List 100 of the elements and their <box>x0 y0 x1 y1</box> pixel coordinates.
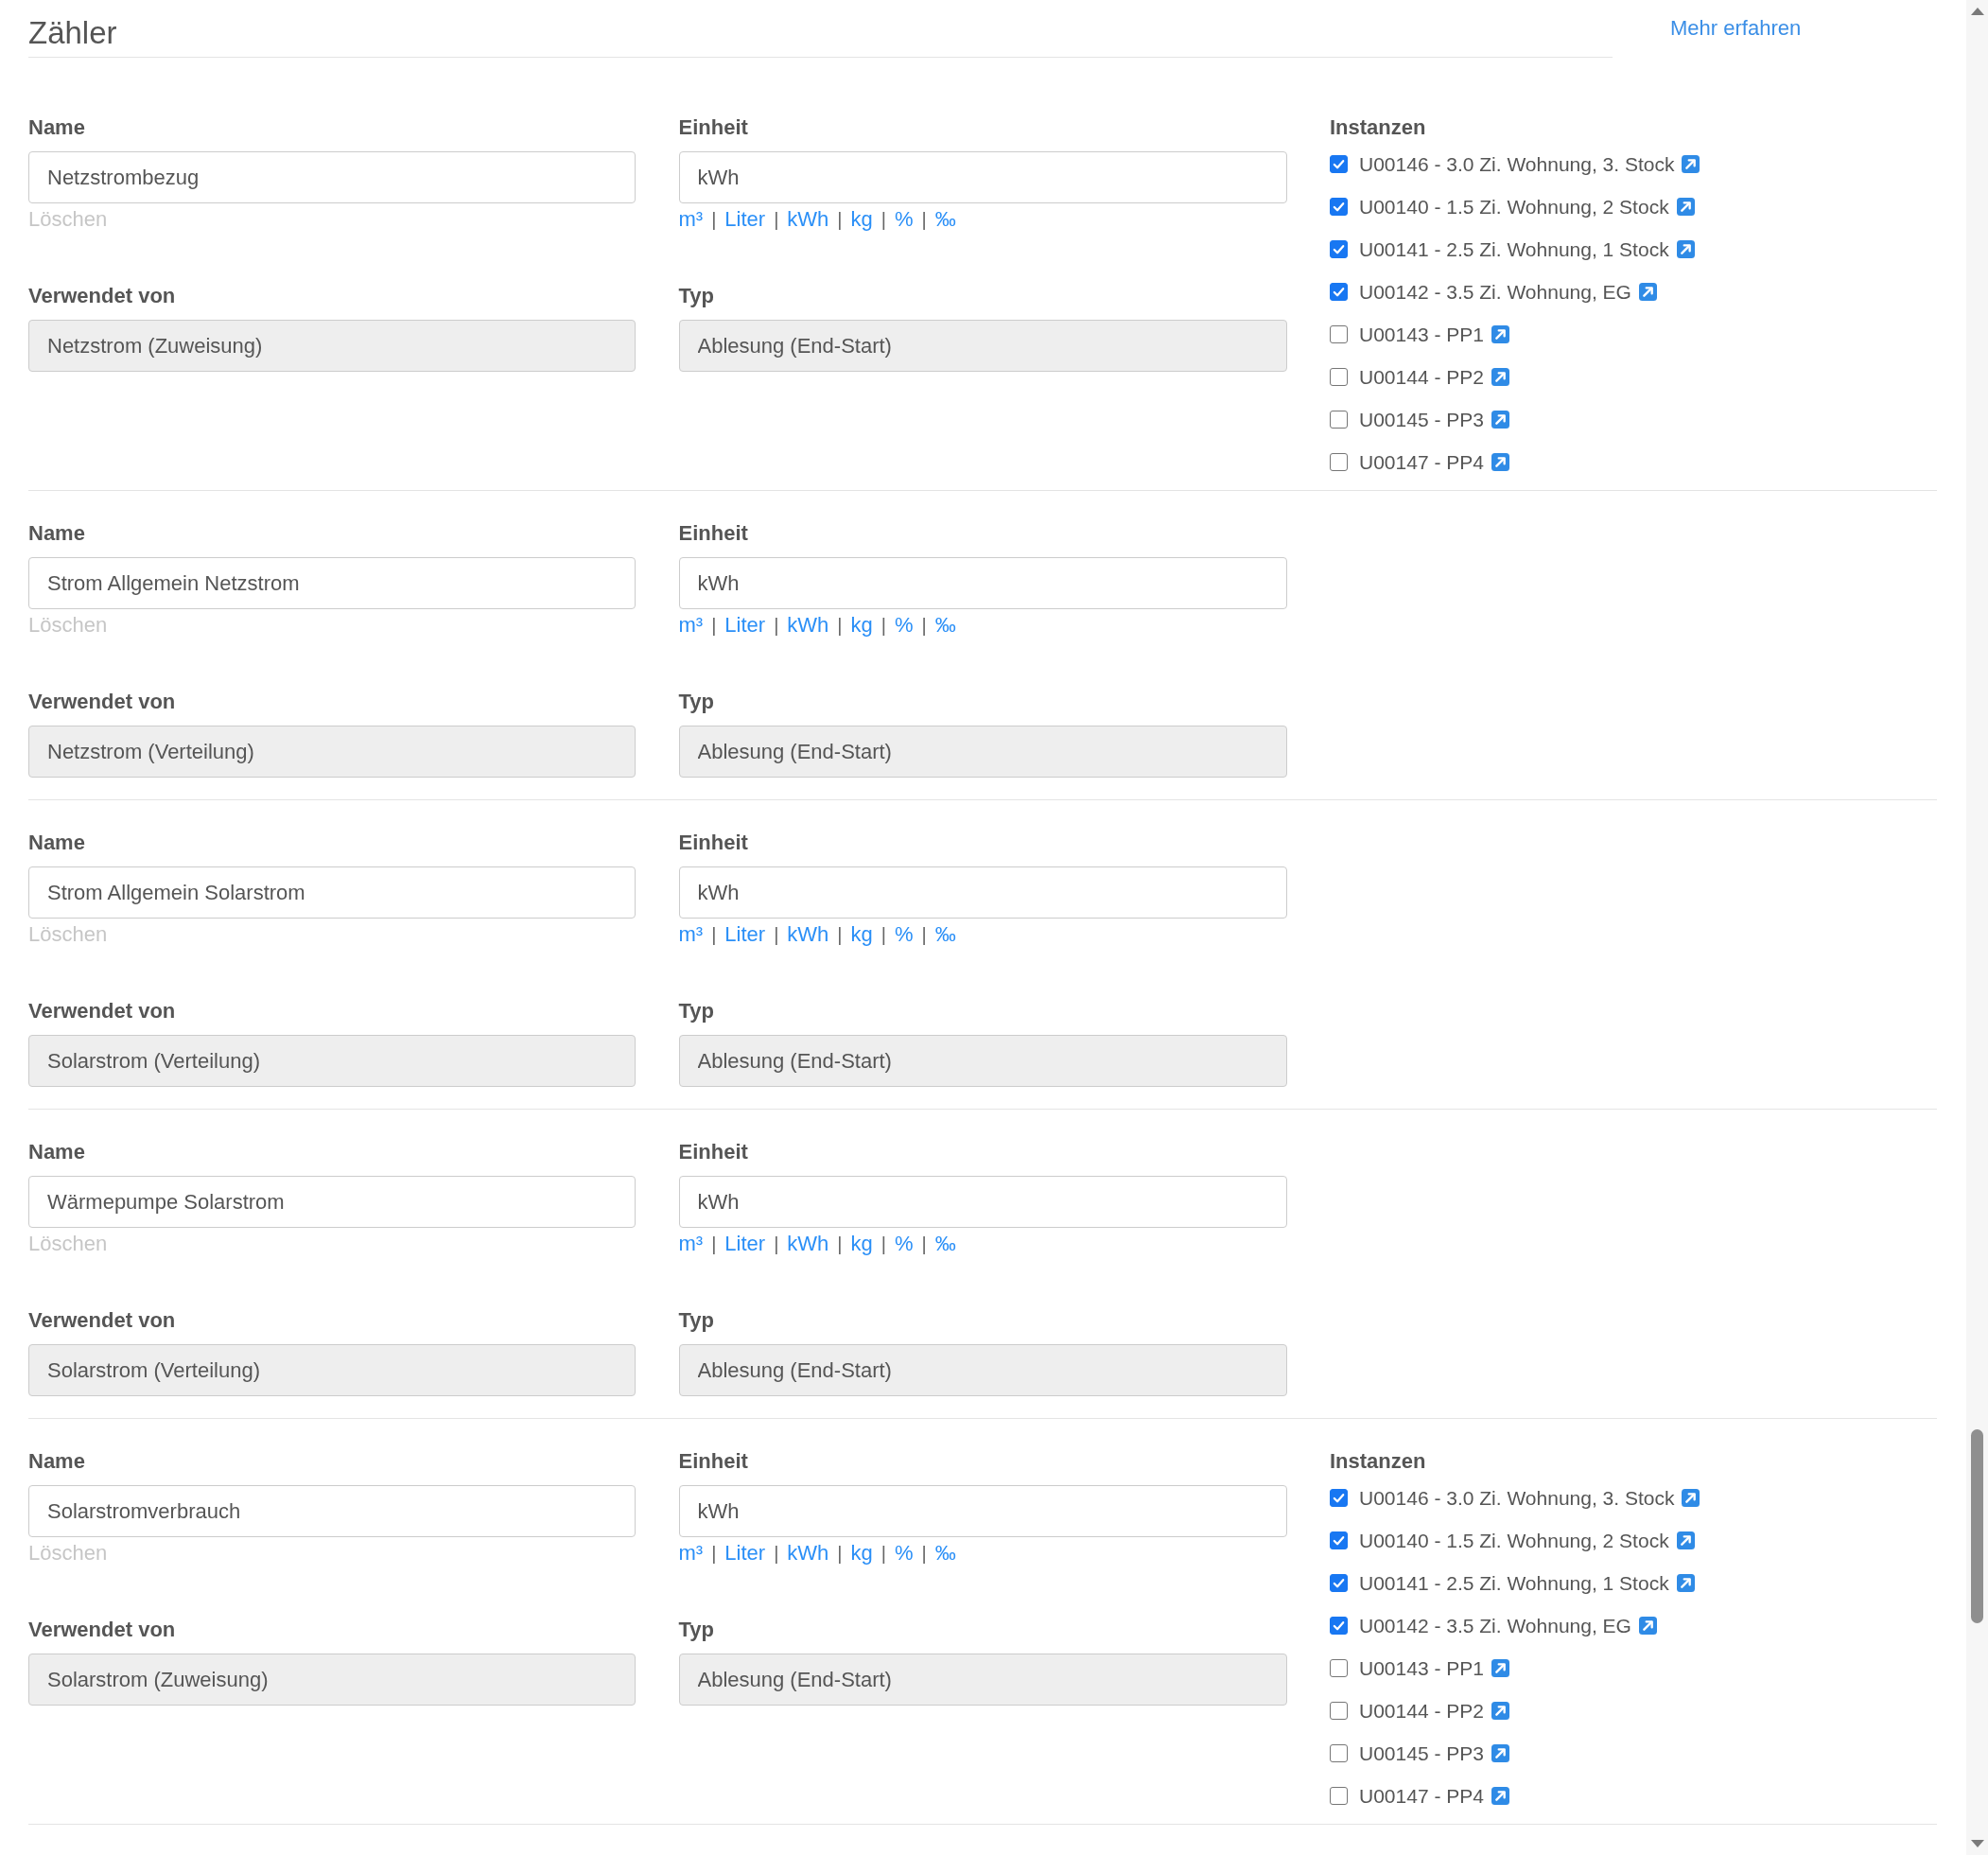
unit-link[interactable]: m³ <box>678 205 704 234</box>
type-field[interactable]: Ablesung (End-Start) <box>678 320 1287 372</box>
unit-link[interactable]: ‰ <box>934 205 956 234</box>
external-link-icon[interactable] <box>1491 1787 1509 1805</box>
unit-link[interactable]: kg <box>850 611 873 639</box>
scroll-up-arrow-icon[interactable] <box>1970 8 1984 15</box>
scroll-down-arrow-icon[interactable] <box>1970 1840 1984 1847</box>
external-link-icon[interactable] <box>1638 283 1657 301</box>
type-field[interactable]: Ablesung (End-Start) <box>678 1654 1287 1706</box>
checkbox[interactable] <box>1330 283 1348 301</box>
unit-link[interactable]: ‰ <box>934 611 956 639</box>
external-link-icon[interactable] <box>1682 155 1700 173</box>
delete-link[interactable]: Löschen <box>28 1230 108 1258</box>
checkbox[interactable] <box>1330 1531 1348 1549</box>
instance-label: U00146 - 3.0 Zi. Wohnung, 3. Stock <box>1359 1485 1675 1511</box>
checkbox[interactable] <box>1330 1659 1348 1677</box>
used-by-field[interactable]: Solarstrom (Verteilung) <box>28 1035 636 1087</box>
unit-separator: | <box>881 1542 886 1566</box>
scrollbar-track[interactable] <box>1966 0 1988 1855</box>
external-link-icon[interactable] <box>1491 411 1509 429</box>
unit-link[interactable]: Liter <box>724 611 766 639</box>
used-by-field[interactable]: Netzstrom (Zuweisung) <box>28 320 636 372</box>
checkbox[interactable] <box>1330 1617 1348 1635</box>
unit-link[interactable]: m³ <box>678 1230 704 1258</box>
external-link-icon[interactable] <box>1491 1744 1509 1762</box>
checkbox[interactable] <box>1330 453 1348 471</box>
unit-link[interactable]: ‰ <box>934 920 956 949</box>
checkbox[interactable] <box>1330 411 1348 429</box>
type-field[interactable]: Ablesung (End-Start) <box>678 1035 1287 1087</box>
used-by-field[interactable]: Solarstrom (Verteilung) <box>28 1344 636 1396</box>
external-link-icon[interactable] <box>1676 198 1695 216</box>
unit-link[interactable]: Liter <box>724 205 766 234</box>
name-input[interactable]: Netzstrombezug <box>28 151 636 203</box>
unit-input[interactable]: kWh <box>678 1485 1287 1537</box>
unit-link[interactable]: kWh <box>787 920 829 949</box>
unit-link[interactable]: % <box>895 205 914 234</box>
external-link-icon[interactable] <box>1638 1617 1657 1635</box>
external-link-icon[interactable] <box>1491 453 1509 471</box>
unit-link[interactable]: m³ <box>678 920 704 949</box>
unit-link[interactable]: m³ <box>678 1539 704 1567</box>
checkbox[interactable] <box>1330 1489 1348 1507</box>
external-link-icon[interactable] <box>1491 1702 1509 1720</box>
unit-input[interactable]: kWh <box>678 151 1287 203</box>
name-input[interactable]: Strom Allgemein Solarstrom <box>28 866 636 919</box>
type-field[interactable]: Ablesung (End-Start) <box>678 726 1287 778</box>
external-link-icon[interactable] <box>1491 325 1509 343</box>
unit-link[interactable]: kWh <box>787 611 829 639</box>
unit-link[interactable]: kWh <box>787 1539 829 1567</box>
type-field[interactable]: Ablesung (End-Start) <box>678 1344 1287 1396</box>
unit-link[interactable]: kg <box>850 920 873 949</box>
external-link-icon[interactable] <box>1676 1574 1695 1592</box>
name-input[interactable]: Wärmepumpe Solarstrom <box>28 1176 636 1228</box>
unit-link[interactable]: % <box>895 920 914 949</box>
learn-more-link[interactable]: Mehr erfahren <box>1670 14 1802 43</box>
unit-separator: | <box>837 208 843 232</box>
unit-link[interactable]: m³ <box>678 611 704 639</box>
unit-link[interactable]: % <box>895 1230 914 1258</box>
delete-link[interactable]: Löschen <box>28 205 108 234</box>
unit-separator: | <box>921 1542 927 1566</box>
unit-link[interactable]: kWh <box>787 1230 829 1258</box>
external-link-icon[interactable] <box>1491 368 1509 386</box>
checkbox[interactable] <box>1330 1744 1348 1762</box>
used-by-field[interactable]: Netzstrom (Verteilung) <box>28 726 636 778</box>
unit-link[interactable]: Liter <box>724 1539 766 1567</box>
field-label: Verwendet von <box>28 1307 176 1334</box>
checkbox[interactable] <box>1330 325 1348 343</box>
unit-separator: | <box>711 1542 717 1566</box>
unit-link[interactable]: kg <box>850 1230 873 1258</box>
checkbox[interactable] <box>1330 1787 1348 1805</box>
checkbox[interactable] <box>1330 1574 1348 1592</box>
unit-input[interactable]: kWh <box>678 1176 1287 1228</box>
unit-separator: | <box>837 923 843 947</box>
delete-link[interactable]: Löschen <box>28 920 108 949</box>
unit-link[interactable]: % <box>895 611 914 639</box>
name-input[interactable]: Strom Allgemein Netzstrom <box>28 557 636 609</box>
unit-link[interactable]: kg <box>850 1539 873 1567</box>
unit-link[interactable]: ‰ <box>934 1230 956 1258</box>
external-link-icon[interactable] <box>1676 1531 1695 1549</box>
unit-link[interactable]: Liter <box>724 920 766 949</box>
checkbox[interactable] <box>1330 198 1348 216</box>
unit-link[interactable]: kg <box>850 205 873 234</box>
unit-separator: | <box>881 923 886 947</box>
unit-input[interactable]: kWh <box>678 557 1287 609</box>
unit-link[interactable]: ‰ <box>934 1539 956 1567</box>
unit-link[interactable]: Liter <box>724 1230 766 1258</box>
checkbox[interactable] <box>1330 155 1348 173</box>
used-by-field[interactable]: Solarstrom (Zuweisung) <box>28 1654 636 1706</box>
unit-link[interactable]: % <box>895 1539 914 1567</box>
checkbox[interactable] <box>1330 368 1348 386</box>
checkbox[interactable] <box>1330 240 1348 258</box>
external-link-icon[interactable] <box>1676 240 1695 258</box>
delete-link[interactable]: Löschen <box>28 611 108 639</box>
unit-link[interactable]: kWh <box>787 205 829 234</box>
checkbox[interactable] <box>1330 1702 1348 1720</box>
external-link-icon[interactable] <box>1491 1659 1509 1677</box>
delete-link[interactable]: Löschen <box>28 1539 108 1567</box>
external-link-icon[interactable] <box>1682 1489 1700 1507</box>
name-input[interactable]: Solarstromverbrauch <box>28 1485 636 1537</box>
unit-input[interactable]: kWh <box>678 866 1287 919</box>
scrollbar-thumb[interactable] <box>1971 1429 1983 1623</box>
